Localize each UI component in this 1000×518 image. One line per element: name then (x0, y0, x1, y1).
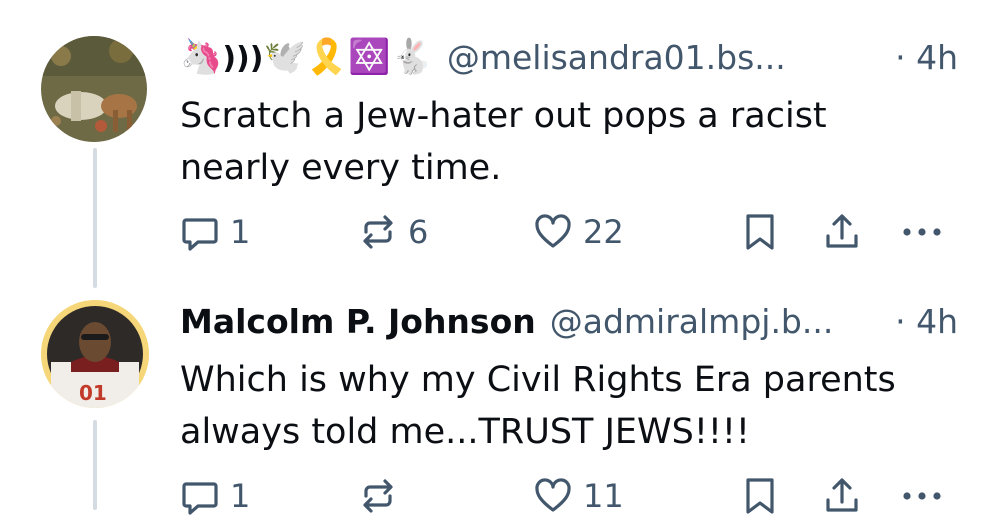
repost-arrows-icon (363, 479, 393, 513)
heart-icon (535, 214, 571, 248)
more-button[interactable] (900, 210, 944, 254)
speech-bubble-icon (182, 218, 218, 251)
like-count: 22 (583, 213, 624, 251)
repost-count: 6 (408, 213, 429, 251)
repost-button[interactable] (358, 474, 408, 518)
share-button[interactable] (822, 474, 862, 518)
post-text-line: Which is why my Civil Rights Era parents (180, 360, 896, 400)
bookmark-icon (746, 214, 774, 250)
speech-bubble-icon (182, 482, 218, 515)
share-upload-icon (826, 214, 858, 248)
author-display-name[interactable]: Malcolm P. Johnson (180, 302, 536, 341)
reply-button[interactable]: 1 (180, 474, 250, 518)
thread-line-bottom (93, 420, 97, 510)
heart-icon (535, 478, 571, 512)
post-text-line: Scratch a Jew-hater out pops a racist (180, 96, 827, 136)
display-name-emoji[interactable]: 🦄)))🕊️🎗️🔯🐇 (180, 40, 433, 74)
reply-button[interactable]: 1 (180, 210, 250, 254)
bookmark-icon (746, 478, 774, 514)
avatar[interactable] (41, 36, 147, 142)
post-text-line: nearly every time. (180, 148, 502, 188)
ellipsis-icon (903, 228, 941, 236)
post-header: 🦄)))🕊️🎗️🔯🐇 @melisandra01.bs... (180, 32, 786, 82)
post-text: Scratch a Jew-hater out pops a racist ne… (180, 90, 960, 194)
like-count: 11 (583, 477, 624, 515)
post-header: Malcolm P. Johnson @admiralmpj.b... (180, 296, 833, 346)
repost-button[interactable]: 6 (358, 210, 428, 254)
author-handle[interactable]: @admiralmpj.b... (550, 302, 834, 341)
post-time[interactable]: · 4h (895, 32, 958, 82)
share-upload-icon (826, 478, 858, 512)
bookmark-button[interactable] (742, 210, 778, 254)
reply-count: 1 (230, 213, 251, 251)
reply-count: 1 (230, 477, 251, 515)
repost-arrows-icon (363, 215, 393, 249)
like-button[interactable]: 11 (533, 474, 624, 518)
ellipsis-icon (903, 492, 941, 500)
bookmark-button[interactable] (742, 474, 778, 518)
post-text-line: always told me...TRUST JEWS!!!! (180, 412, 750, 452)
avatar[interactable]: 01 (41, 300, 149, 408)
share-button[interactable] (822, 210, 862, 254)
author-handle[interactable]: @melisandra01.bs... (447, 38, 786, 77)
more-button[interactable] (900, 474, 944, 518)
post-time[interactable]: · 4h (895, 296, 958, 346)
svg-text:01: 01 (79, 381, 107, 405)
like-button[interactable]: 22 (533, 210, 624, 254)
thread-line-top (93, 148, 97, 288)
post-text: Which is why my Civil Rights Era parents… (180, 354, 960, 458)
